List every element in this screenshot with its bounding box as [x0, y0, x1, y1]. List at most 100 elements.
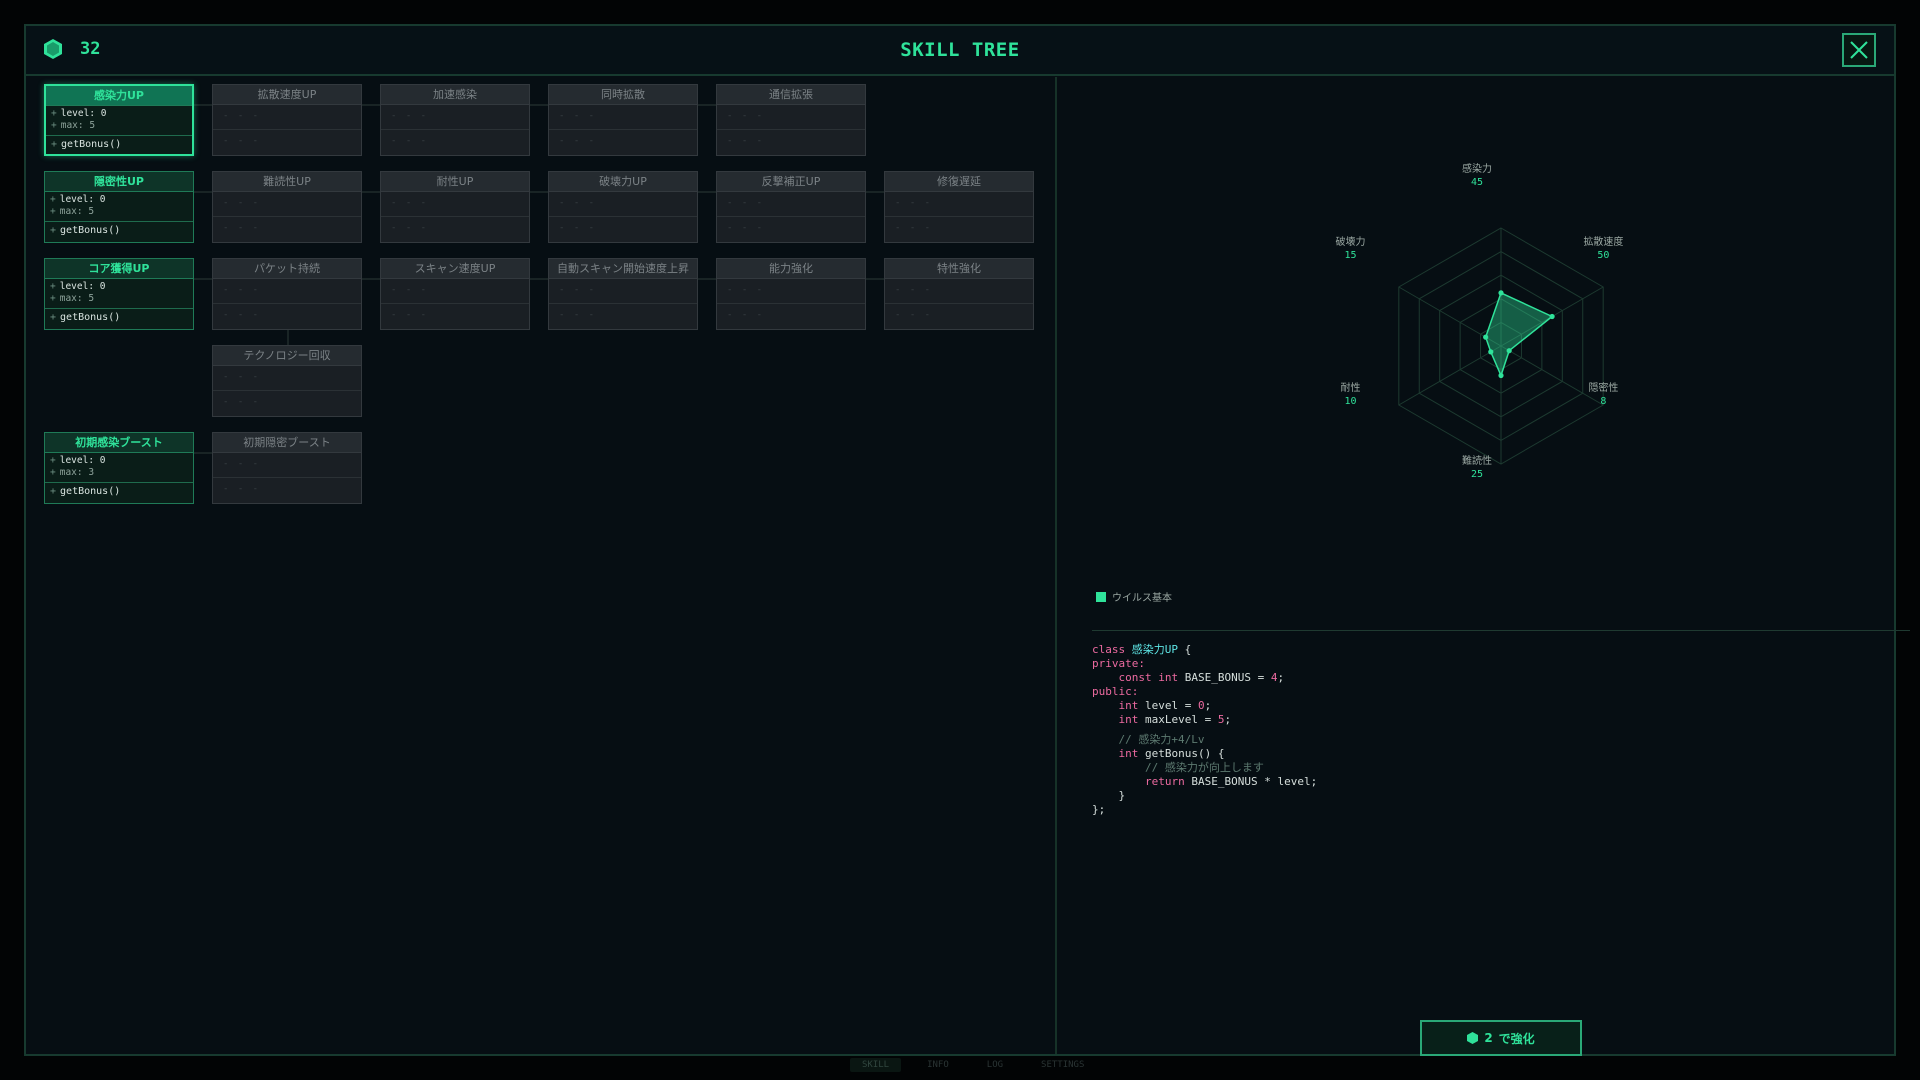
locked-placeholder: - - - — [559, 136, 597, 146]
locked-placeholder: - - - — [717, 279, 865, 304]
code-line: const int BASE_BONUS = 4; — [1118, 671, 1285, 684]
radar-axis-label: 拡散速度 50 — [1558, 236, 1648, 262]
skill-tree-modal: 32 SKILL TREE 感染力UP + level: 0 + max: 5 + getB… — [24, 24, 1910, 1056]
skill-node[interactable]: 感染力UP + level: 0 + max: 5 + getBonus() — [44, 84, 194, 156]
locked-placeholder: - - - — [223, 484, 261, 494]
skill-node-body: - - - - - - — [717, 105, 865, 155]
skill-node[interactable]: パケット持続 - - -- - - — [212, 258, 362, 330]
skill-node[interactable]: 初期感染ブースト + level: 0 + max: 3 + getBonus() — [44, 432, 194, 504]
locked-placeholder: - - - — [213, 279, 361, 304]
radar-axis-name: 拡散速度 — [1583, 237, 1624, 248]
locked-placeholder: - - - — [717, 192, 865, 217]
skill-node-body: - - - - - - — [213, 453, 361, 503]
skill-node[interactable]: 隠密性UP + level: 0 + max: 5 + getBonus() — [44, 171, 194, 243]
locked-placeholder: - - - — [885, 279, 1033, 304]
code-line: return BASE_BONUS * level; — [1144, 775, 1318, 788]
locked-placeholder: - - - — [381, 105, 529, 130]
skill-node-body: - - - - - - — [549, 105, 697, 155]
chart-legend: ウイルス基本 — [1096, 589, 1172, 604]
skill-node[interactable]: 反撃補正UP - - -- - - — [716, 171, 866, 243]
skill-node-body: - - - - - - — [885, 192, 1033, 242]
radar-axis-label: 難読性 25 — [1432, 455, 1522, 481]
skill-node[interactable]: 能力強化 - - -- - - — [716, 258, 866, 330]
code-separator — [1092, 630, 1910, 631]
skill-node[interactable]: 特性強化 - - -- - - — [884, 258, 1034, 330]
code-line: }; — [1092, 803, 1106, 816]
skill-node[interactable]: 拡散速度UP - - -- - - — [212, 84, 362, 156]
panel-divider — [1055, 77, 1057, 1054]
locked-placeholder: - - - — [223, 397, 261, 407]
radar-point — [1488, 349, 1494, 355]
radar-axis-value: 15 — [1344, 250, 1357, 261]
locked-placeholder: - - - — [213, 453, 361, 478]
skill-node-body: - - - - - - — [717, 192, 865, 242]
locked-placeholder: - - - — [213, 192, 361, 217]
skill-node-title: 自動スキャン開始速度上昇 — [549, 259, 697, 279]
skill-node-body: - - - - - - — [381, 192, 529, 242]
skill-node[interactable]: 耐性UP - - -- - - — [380, 171, 530, 243]
code-line: private: — [1092, 657, 1145, 670]
skill-level: level: 0 — [59, 455, 106, 466]
radar-spoke — [1398, 345, 1502, 406]
locked-placeholder: - - - — [223, 223, 261, 233]
locked-placeholder: - - - — [549, 192, 697, 217]
footer-tab[interactable]: INFO — [915, 1058, 961, 1072]
locked-placeholder: - - - — [727, 136, 765, 146]
footer-tab[interactable]: SETTINGS — [1029, 1058, 1096, 1072]
skill-node-title: 拡散速度UP — [213, 85, 361, 105]
skill-node-title: コア獲得UP — [45, 259, 193, 279]
skill-node[interactable]: 難読性UP - - -- - - — [212, 171, 362, 243]
radar-axis-label: 感染力 45 — [1432, 163, 1522, 189]
footer-tab[interactable]: LOG — [975, 1058, 1015, 1072]
skill-node[interactable]: 通信拡張 - - -- - - — [716, 84, 866, 156]
skill-node-title: 修復遅延 — [885, 172, 1033, 192]
close-button[interactable] — [1842, 33, 1876, 67]
skill-node-title: スキャン速度UP — [381, 259, 529, 279]
radar-axis-value: 10 — [1344, 396, 1357, 407]
skill-node[interactable]: 初期隠密ブースト - - -- - - — [212, 432, 362, 504]
locked-placeholder: - - - — [895, 223, 933, 233]
locked-placeholder: - - - — [213, 105, 361, 130]
radar-axis-value: 50 — [1597, 250, 1610, 261]
skill-node[interactable]: 同時拡散 - - -- - - — [548, 84, 698, 156]
locked-placeholder: - - - — [727, 223, 765, 233]
skill-node-body: - - - - - - — [549, 279, 697, 329]
locked-placeholder: - - - — [727, 310, 765, 320]
footer-tab[interactable]: SKILL — [850, 1058, 902, 1072]
radar-axis-label: 耐性 10 — [1306, 382, 1396, 408]
skill-node-title: 初期隠密ブースト — [213, 433, 361, 453]
skill-node-stats: + level: 0 + max: 5 — [45, 279, 193, 309]
skill-node[interactable]: 修復遅延 - - -- - - — [884, 171, 1034, 243]
skill-node-title: 能力強化 — [717, 259, 865, 279]
skill-level: level: 0 — [59, 194, 106, 205]
skill-node[interactable]: コア獲得UP + level: 0 + max: 5 + getBonus() — [44, 258, 194, 330]
skill-method: + getBonus() — [50, 312, 121, 323]
modal-header: 32 SKILL TREE — [26, 26, 1894, 76]
locked-placeholder: - - - — [223, 136, 261, 146]
radar-axis-value: 45 — [1470, 177, 1484, 188]
skill-node[interactable]: スキャン速度UP - - -- - - — [380, 258, 530, 330]
skill-tree-panel: 感染力UP + level: 0 + max: 5 + getBonus() 拡散速度UP - … — [26, 78, 1055, 1054]
locked-placeholder: - - - — [559, 310, 597, 320]
skill-node[interactable]: テクノロジー回収 - - -- - - — [212, 345, 362, 417]
radar-axis-label: 破壊力 15 — [1306, 236, 1396, 262]
skill-node[interactable]: 加速感染 - - -- - - — [380, 84, 530, 156]
legend-swatch — [1096, 591, 1106, 602]
skill-method: + getBonus() — [50, 225, 121, 236]
locked-placeholder: - - - — [895, 310, 933, 320]
skill-node[interactable]: 破壊力UP - - -- - - — [548, 171, 698, 243]
code-line: class 感染力UP { — [1092, 643, 1192, 656]
skill-max: max: 5 — [60, 120, 96, 131]
upgrade-button[interactable]: 2 で強化 — [1420, 1020, 1582, 1056]
code-line: int level = 0; — [1118, 699, 1212, 712]
locked-placeholder: - - - — [549, 279, 697, 304]
skill-node-stats: + level: 0 + max: 3 — [45, 453, 193, 483]
code-line: int getBonus() { — [1118, 747, 1225, 760]
locked-placeholder: - - - — [549, 105, 697, 130]
upgrade-label: で強化 — [1498, 1031, 1535, 1046]
locked-placeholder: - - - — [223, 310, 261, 320]
locked-placeholder: - - - — [391, 223, 429, 233]
skill-node[interactable]: 自動スキャン開始速度上昇 - - -- - - — [548, 258, 698, 330]
skill-node-title: 同時拡散 — [549, 85, 697, 105]
skill-method: + getBonus() — [50, 486, 121, 497]
